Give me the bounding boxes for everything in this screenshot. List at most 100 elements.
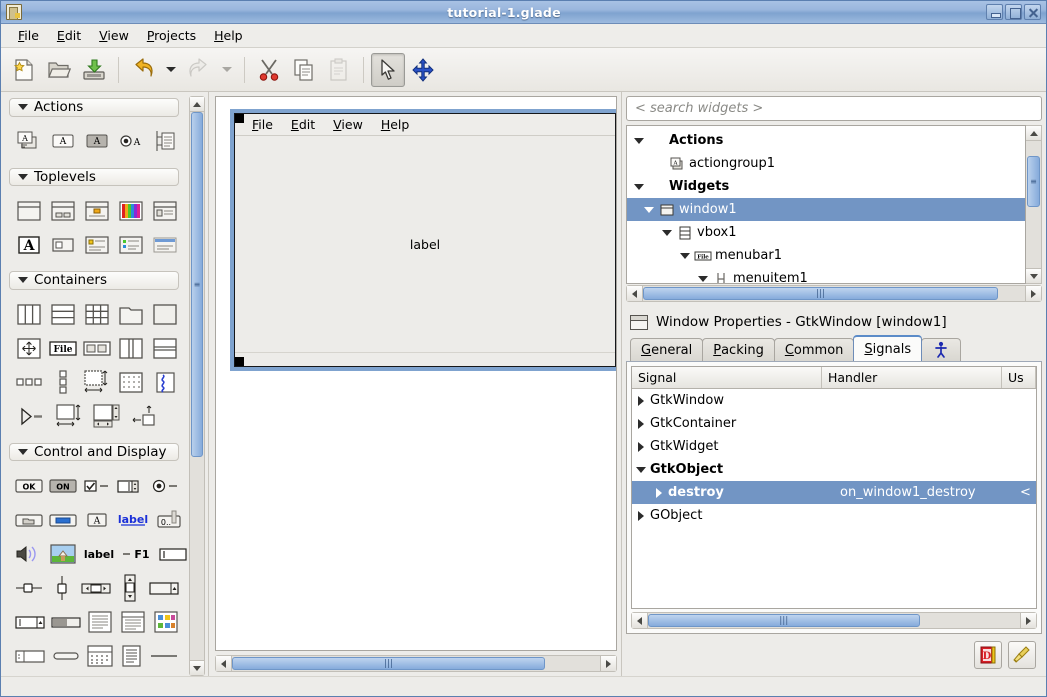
palette-item-scrolled-window[interactable] (89, 400, 125, 433)
tree-hscroll-track[interactable]: ||| (643, 286, 1025, 301)
palette-item-combo-box[interactable] (147, 571, 181, 604)
column-header-user[interactable]: Us (1002, 367, 1036, 388)
tree-node-window1[interactable]: window1 (627, 198, 1025, 221)
palette-item-hscrollbar[interactable] (79, 571, 113, 604)
palette-item-assistant[interactable] (115, 228, 147, 261)
chevron-down-icon[interactable] (631, 183, 647, 190)
scroll-right-arrow[interactable] (1020, 613, 1036, 628)
redo-dropdown[interactable] (217, 53, 237, 87)
palette-item-viewport[interactable] (127, 400, 163, 433)
palette-item-aspect-frame[interactable] (51, 400, 87, 433)
menu-help[interactable]: Help (205, 26, 252, 45)
tree-node-vbox1[interactable]: vbox1 (627, 221, 1025, 244)
chevron-right-icon[interactable] (650, 487, 668, 498)
palette-item-toggle-action[interactable]: A (81, 125, 113, 158)
signal-row-gtkcontainer[interactable]: GtkContainer (632, 412, 1036, 435)
palette-item-image[interactable] (47, 537, 79, 570)
palette-item-icon-view[interactable] (150, 605, 181, 638)
tree-vertical-scrollbar[interactable]: ≡ (1026, 125, 1042, 284)
tree-node-actiongroup1[interactable]: A actiongroup1 (627, 152, 1025, 175)
palette-group-containers[interactable]: Containers (9, 271, 179, 290)
resize-handle-top-left[interactable] (235, 114, 244, 123)
signals-hscroll-thumb[interactable]: ||| (648, 614, 920, 627)
paste-button[interactable] (322, 53, 356, 87)
palette-item-input-dialog[interactable] (47, 228, 79, 261)
design-menu-view[interactable]: View (324, 116, 372, 133)
palette-group-actions[interactable]: Actions (9, 98, 179, 117)
undo-dropdown[interactable] (161, 53, 181, 87)
palette-item-hbutton-row[interactable] (13, 366, 45, 399)
tab-accessibility[interactable] (921, 338, 962, 361)
scroll-left-arrow[interactable] (632, 613, 648, 628)
chevron-right-icon[interactable] (632, 395, 650, 406)
palette-item-expander[interactable] (149, 366, 181, 399)
palette-item-list[interactable] (117, 639, 145, 672)
palette-item-statusbar[interactable] (13, 639, 47, 672)
chevron-down-icon[interactable] (632, 466, 650, 473)
palette-item-recent-action[interactable] (149, 125, 181, 158)
palette-item-vbutton-col[interactable] (47, 366, 79, 399)
palette-item-frame[interactable] (149, 298, 181, 331)
scroll-left-arrow[interactable] (627, 286, 643, 301)
palette-item-font-button[interactable]: A (81, 503, 113, 536)
palette-item-about-dialog[interactable] (81, 228, 113, 261)
palette-item-button[interactable]: OK (13, 469, 45, 502)
palette-item-file-chooser-dialog[interactable] (149, 194, 181, 227)
palette-item-hseparator-pill[interactable] (49, 639, 83, 672)
scroll-left-arrow[interactable] (216, 656, 232, 671)
palette-item-alignment[interactable] (13, 332, 45, 365)
palette-item-layout[interactable] (115, 366, 147, 399)
close-button[interactable] (1024, 4, 1041, 20)
cut-button[interactable] (252, 53, 286, 87)
palette-item-volume-button[interactable] (13, 537, 45, 570)
signals-horizontal-scrollbar[interactable]: ||| (631, 612, 1037, 629)
palette-item-message-dialog[interactable] (81, 194, 113, 227)
palette-scroll-thumb[interactable]: ≡ (191, 112, 203, 458)
scroll-up-arrow[interactable] (1026, 126, 1041, 141)
tab-signals[interactable]: Signals (853, 335, 923, 361)
palette-item-check-button[interactable] (81, 469, 113, 502)
palette-item-hscale[interactable] (13, 571, 45, 604)
scroll-down-arrow[interactable] (1026, 268, 1041, 283)
palette-item-progress-bar[interactable] (49, 605, 83, 638)
signal-row-gtkwidget[interactable]: GtkWidget (632, 435, 1036, 458)
widget-treeview[interactable]: Actions A actiongroup1 Widgets window1 v… (626, 125, 1026, 284)
canvas-scroll-thumb[interactable]: ||| (232, 657, 545, 670)
palette-vertical-scrollbar[interactable]: ≡ (189, 96, 205, 676)
redo-button[interactable] (182, 53, 216, 87)
palette-item-hpaned[interactable] (115, 332, 147, 365)
signals-hscroll-track[interactable]: ||| (648, 613, 1020, 628)
palette-item-accel-label[interactable]: F1 (119, 537, 155, 570)
chevron-down-icon[interactable] (677, 252, 693, 259)
new-project-button[interactable] (7, 53, 41, 87)
palette-item-action-group[interactable]: A (13, 125, 45, 158)
signal-row-gtkobject[interactable]: GtkObject (632, 458, 1036, 481)
chevron-right-icon[interactable] (632, 418, 650, 429)
palette-item-radio-action[interactable]: A (115, 125, 147, 158)
palette-item-toggle-button[interactable]: ON (47, 469, 79, 502)
chevron-down-icon[interactable] (631, 137, 647, 144)
tree-scroll-thumb[interactable]: ≡ (1027, 156, 1040, 208)
chevron-down-icon[interactable] (695, 275, 711, 282)
menu-edit[interactable]: Edit (48, 26, 90, 45)
palette-item-link-button[interactable]: label (115, 503, 151, 536)
palette-item-spin-button[interactable] (115, 469, 147, 502)
design-menu-file[interactable]: File (243, 116, 282, 133)
palette-item-hbox[interactable] (13, 298, 45, 331)
canvas-scroll-track[interactable]: ||| (232, 656, 600, 671)
search-widgets-input[interactable]: < search widgets > (626, 96, 1042, 121)
tree-scroll-track[interactable]: ≡ (1026, 141, 1041, 268)
devhelp-button[interactable]: D (974, 641, 1002, 669)
column-header-signal[interactable]: Signal (632, 367, 822, 388)
palette-group-control-and-display[interactable]: Control and Display (9, 442, 179, 461)
palette-item-hbutton-box[interactable] (81, 332, 113, 365)
palette-item-table[interactable] (81, 298, 113, 331)
palette-item-fixed[interactable] (81, 366, 113, 399)
palette-item-notebook[interactable] (115, 298, 147, 331)
palette-item-arrow-separator[interactable] (13, 400, 49, 433)
scroll-right-arrow[interactable] (600, 656, 616, 671)
palette-item-entry[interactable] (157, 537, 187, 570)
palette-item-vscrollbar[interactable] (115, 571, 145, 604)
design-window-body[interactable]: label (235, 136, 615, 353)
palette-item-radio-button[interactable] (149, 469, 181, 502)
